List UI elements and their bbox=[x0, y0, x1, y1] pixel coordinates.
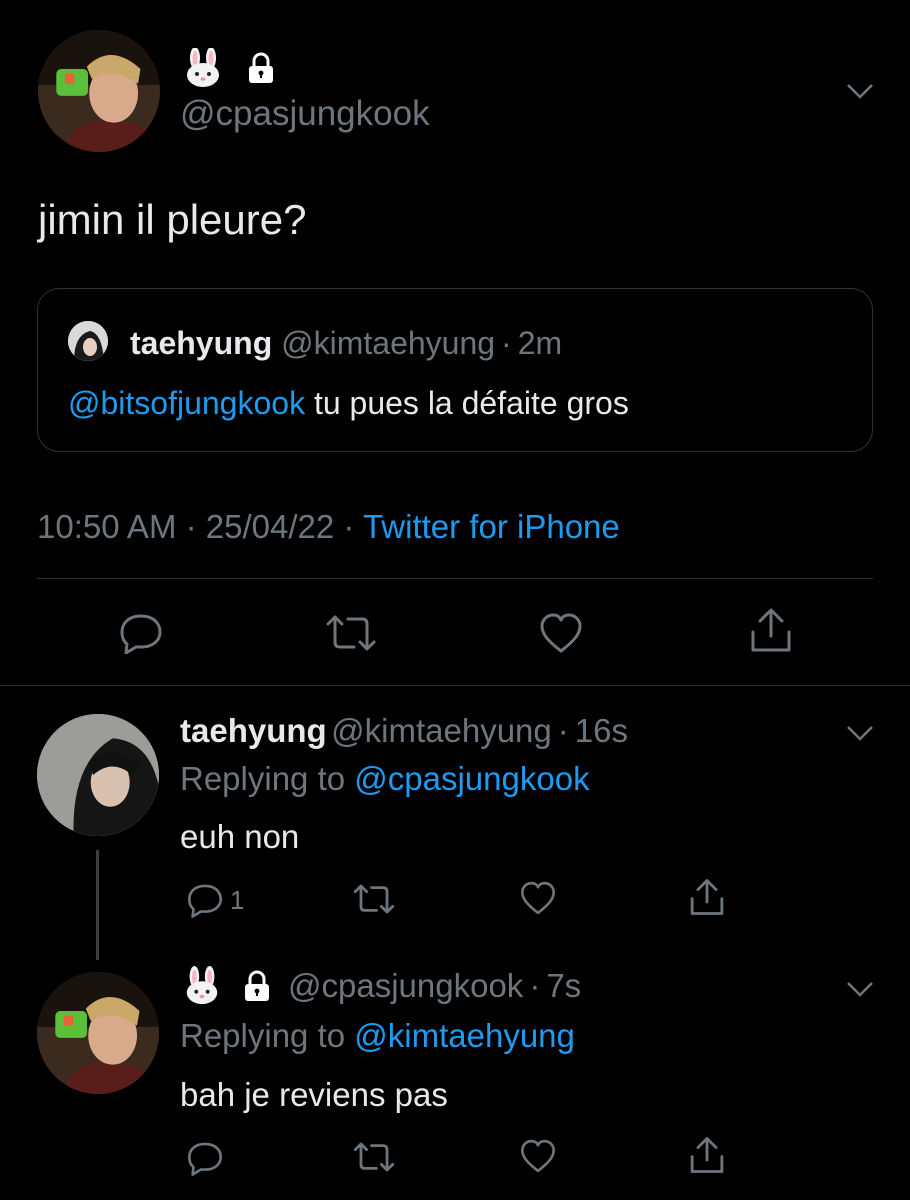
reply-time: 16s bbox=[574, 712, 628, 749]
tweet-time: 10:50 AM bbox=[37, 508, 177, 545]
chevron-down-icon[interactable] bbox=[845, 82, 875, 100]
rabbit-face-emoji bbox=[182, 47, 224, 88]
share-icon bbox=[688, 877, 726, 917]
comment-icon bbox=[118, 612, 164, 655]
quoted-time: 2m bbox=[517, 325, 563, 361]
divider bbox=[0, 685, 910, 686]
divider bbox=[37, 578, 873, 579]
replying-to-link[interactable]: @cpasjungkook bbox=[354, 760, 589, 797]
heart-icon bbox=[519, 1138, 557, 1174]
rabbit-face-emoji bbox=[182, 966, 222, 1006]
comment-icon bbox=[186, 1140, 224, 1176]
like-button[interactable] bbox=[519, 1138, 557, 1174]
share-button[interactable] bbox=[688, 877, 726, 917]
quoted-name: taehyung bbox=[130, 325, 273, 361]
like-button[interactable] bbox=[519, 880, 557, 916]
meta-separator: · bbox=[334, 508, 363, 545]
reply-count: 1 bbox=[230, 884, 245, 915]
share-icon bbox=[748, 606, 794, 654]
share-icon bbox=[688, 1135, 726, 1175]
retweet-icon bbox=[324, 614, 378, 652]
like-button[interactable] bbox=[538, 612, 584, 654]
quoted-avatar bbox=[68, 321, 108, 361]
replying-to-link[interactable]: @kimtaehyung bbox=[354, 1017, 575, 1054]
reply-dot: · bbox=[557, 712, 569, 749]
reply-button[interactable] bbox=[118, 612, 164, 655]
reply-author-handle[interactable]: @kimtaehyung bbox=[331, 712, 552, 749]
retweet-button[interactable] bbox=[324, 614, 378, 652]
thread-connector-line bbox=[96, 850, 99, 960]
heart-icon bbox=[538, 612, 584, 654]
comment-icon bbox=[186, 882, 224, 918]
reply-avatar[interactable] bbox=[37, 972, 159, 1094]
quoted-text: tu pues la défaite gros bbox=[305, 385, 629, 421]
reply-avatar[interactable] bbox=[37, 714, 159, 836]
share-button[interactable] bbox=[688, 1135, 726, 1175]
reply-author-handle[interactable]: @cpasjungkook bbox=[288, 967, 523, 1005]
tweet-source-link[interactable]: Twitter for iPhone bbox=[363, 508, 620, 545]
reply-dot: · bbox=[529, 967, 541, 1004]
reply-author-name[interactable]: taehyung bbox=[180, 712, 327, 749]
chevron-down-icon[interactable] bbox=[845, 980, 875, 998]
retweet-button[interactable] bbox=[352, 1141, 396, 1173]
retweet-icon bbox=[352, 883, 396, 915]
quoted-dot: · bbox=[501, 325, 512, 361]
reply-text: bah je reviens pas bbox=[180, 1076, 448, 1113]
tweet-date: 25/04/22 bbox=[205, 508, 335, 545]
lock-icon bbox=[242, 970, 272, 1002]
share-button[interactable] bbox=[748, 606, 794, 654]
retweet-icon bbox=[352, 1141, 396, 1173]
replying-to-label: Replying to bbox=[180, 760, 355, 797]
tweet-text: jimin il pleure? bbox=[38, 196, 307, 243]
author-handle[interactable]: @cpasjungkook bbox=[180, 94, 430, 134]
lock-icon bbox=[246, 52, 276, 84]
quoted-tweet[interactable]: taehyung @kimtaehyung · 2m @bitsofjungkook… bbox=[37, 288, 873, 452]
reply-text: euh non bbox=[180, 818, 300, 855]
meta-separator: · bbox=[176, 508, 206, 545]
reply-button[interactable]: 1 bbox=[186, 880, 256, 920]
retweet-button[interactable] bbox=[352, 883, 396, 915]
quoted-mention-link[interactable]: @bitsofjungkook bbox=[68, 385, 305, 421]
heart-icon bbox=[519, 880, 557, 916]
reply-button[interactable] bbox=[186, 1138, 226, 1178]
chevron-down-icon[interactable] bbox=[845, 724, 875, 742]
author-avatar[interactable] bbox=[38, 30, 160, 152]
replying-to-label: Replying to bbox=[180, 1017, 355, 1054]
quoted-handle: @kimtaehyung bbox=[281, 325, 496, 361]
reply-time: 7s bbox=[546, 967, 582, 1004]
